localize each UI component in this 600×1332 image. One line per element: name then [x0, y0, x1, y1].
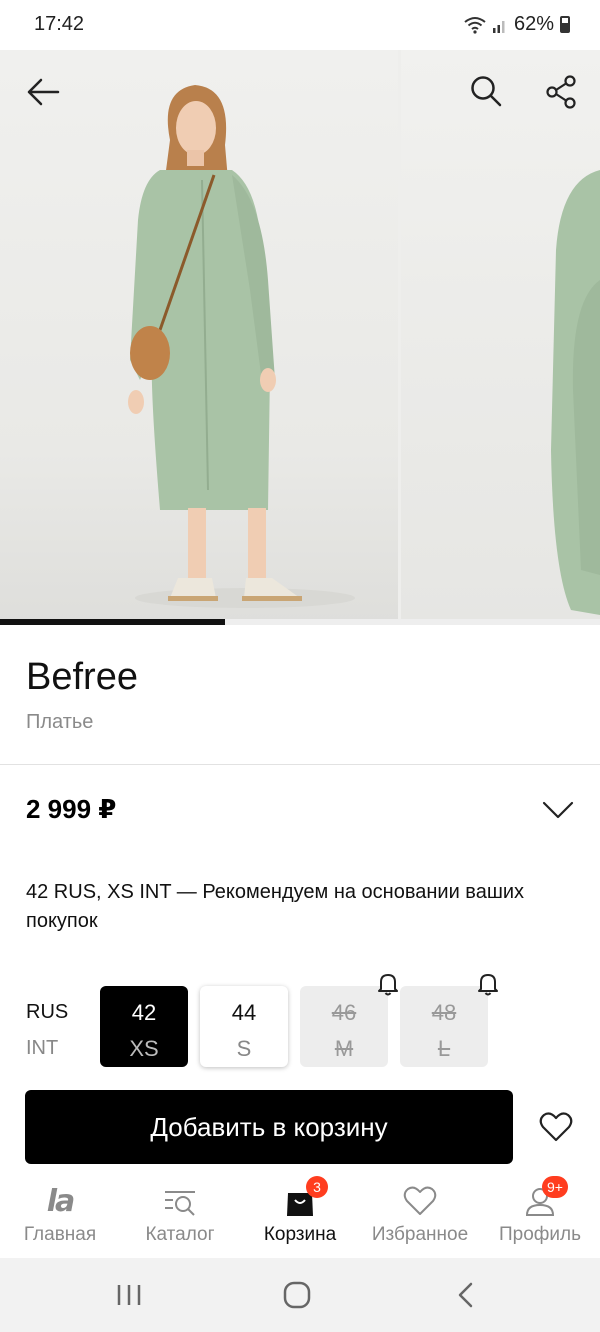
model-in-dress-image — [128, 85, 355, 608]
add-to-cart-button[interactable]: Добавить в корзину — [25, 1090, 513, 1164]
gallery-progress-bar — [0, 619, 600, 625]
product-type: Платье — [26, 711, 94, 733]
search-icon — [471, 76, 502, 107]
size-label-rus: RUS — [26, 1001, 69, 1023]
arrow-left-icon — [27, 78, 60, 106]
size-int-value: M — [334, 1036, 354, 1061]
catalog-icon — [165, 1191, 195, 1216]
bottom-navigation: la Главная Каталог 3 Корзина Избранное 9… — [0, 1172, 600, 1258]
size-label-int: INT — [26, 1037, 59, 1059]
add-to-favorites-button[interactable] — [532, 1105, 580, 1149]
size-rus-value: 42 — [131, 1000, 157, 1025]
system-navigation-bar — [0, 1258, 600, 1332]
size-option-42[interactable]: 42 XS — [100, 986, 188, 1067]
nav-favorites-label: Избранное — [371, 1224, 469, 1245]
product-gallery[interactable] — [0, 50, 600, 625]
size-recommendation: 42 RUS, XS INT — Рекомендуем на основани… — [26, 881, 525, 932]
nav-home[interactable]: la Главная — [0, 1172, 120, 1258]
share-icon — [546, 75, 576, 109]
battery-icon — [560, 16, 570, 33]
nav-profile-label: Профиль — [498, 1224, 582, 1245]
chevron-left-icon — [458, 1282, 473, 1308]
size-option-44[interactable]: 44 S — [200, 986, 288, 1067]
system-back-button[interactable] — [435, 1276, 495, 1314]
nav-favorites[interactable]: Избранное — [360, 1172, 480, 1258]
nav-home-label: Главная — [23, 1224, 97, 1245]
nav-catalog-label: Каталог — [145, 1224, 215, 1245]
size-option-46[interactable]: 46 M — [300, 986, 388, 1067]
recent-apps-icon — [117, 1285, 141, 1305]
product-photo-main[interactable] — [0, 50, 398, 625]
size-int-value: L — [437, 1036, 451, 1061]
product-photo-next[interactable] — [401, 50, 600, 625]
brand-name[interactable]: Befree — [26, 656, 138, 699]
battery-percent: 62% — [513, 13, 554, 35]
size-option-48[interactable]: 48 L — [400, 986, 488, 1067]
bell-icon[interactable] — [475, 971, 501, 997]
nav-cart-label: Корзина — [263, 1224, 337, 1245]
nav-cart[interactable]: 3 Корзина — [240, 1172, 360, 1258]
size-rus-value: 48 — [431, 1000, 457, 1025]
size-rus-value: 46 — [331, 1000, 357, 1025]
wifi-icon — [464, 16, 486, 34]
gallery-progress-fill — [0, 619, 225, 625]
status-icons: 62% — [464, 13, 570, 36]
model-in-dress-side-image — [551, 170, 600, 615]
chevron-down-icon — [542, 801, 574, 819]
size-int-value: XS — [129, 1036, 159, 1061]
back-button[interactable] — [21, 70, 65, 114]
divider — [0, 764, 600, 765]
signal-icon — [492, 20, 505, 33]
product-price: 2 999 ₽ — [26, 794, 117, 824]
cart-count-badge: 3 — [306, 1176, 328, 1198]
heart-icon — [539, 1112, 573, 1142]
nav-profile[interactable]: 9+ Профиль — [480, 1172, 600, 1258]
status-bar: 17:42 62% — [0, 0, 600, 50]
size-int-value: S — [236, 1036, 252, 1061]
recent-apps-button[interactable] — [99, 1276, 159, 1314]
price-details-toggle[interactable] — [536, 792, 580, 828]
home-circle-icon — [283, 1281, 311, 1309]
search-button[interactable] — [464, 69, 508, 113]
size-system-labels: RUS INT — [26, 994, 68, 1066]
status-time: 17:42 — [34, 13, 85, 35]
profile-notification-badge: 9+ — [542, 1176, 568, 1198]
nav-catalog[interactable]: Каталог — [120, 1172, 240, 1258]
home-button[interactable] — [267, 1276, 327, 1314]
share-button[interactable] — [539, 70, 583, 114]
bell-icon[interactable] — [375, 971, 401, 997]
heart-icon — [403, 1186, 437, 1215]
size-rus-value: 44 — [231, 1000, 257, 1025]
lamoda-logo-icon: la — [46, 1183, 75, 1219]
